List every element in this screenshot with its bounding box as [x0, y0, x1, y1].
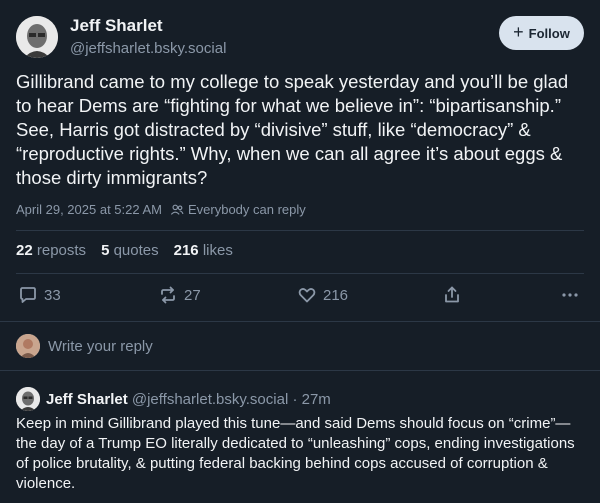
- reply-input[interactable]: Write your reply: [48, 338, 153, 355]
- divider: [0, 370, 600, 371]
- ellipsis-icon: [562, 293, 578, 297]
- divider: [0, 321, 600, 322]
- post-timestamp[interactable]: April 29, 2025 at 5:22 AM: [16, 202, 162, 217]
- follow-button[interactable]: + Follow: [499, 16, 584, 50]
- post-meta: April 29, 2025 at 5:22 AM Everybody can …: [16, 202, 306, 217]
- like-count: 216: [323, 286, 349, 304]
- more-options-button[interactable]: [560, 285, 580, 305]
- reposts-stat[interactable]: 22 reposts: [16, 242, 86, 259]
- post-stats: 22 reposts 5 quotes 216 likes: [16, 242, 233, 259]
- reply-permission: Everybody can reply: [170, 202, 306, 217]
- current-user-avatar: [16, 334, 40, 358]
- heart-icon: [298, 288, 316, 303]
- reply-permission-label: Everybody can reply: [187, 202, 306, 217]
- reply-age[interactable]: 27m: [302, 391, 331, 408]
- reply-author-avatar[interactable]: [16, 387, 40, 411]
- quotes-stat[interactable]: 5 quotes: [101, 242, 159, 259]
- divider: [16, 230, 584, 231]
- reply-author-name[interactable]: Jeff Sharlet: [46, 391, 128, 408]
- reply-count: 33: [44, 286, 61, 304]
- post-text: Gillibrand came to my college to speak y…: [16, 71, 569, 188]
- speech-bubble-icon: [20, 287, 36, 303]
- repost-count: 27: [184, 286, 201, 304]
- author-avatar[interactable]: [16, 16, 58, 58]
- repost-arrows-icon: [161, 286, 175, 304]
- share-button[interactable]: [442, 285, 462, 305]
- author-handle[interactable]: @jeffsharlet.bsky.social: [70, 40, 226, 57]
- people-icon: [170, 204, 184, 215]
- plus-icon: +: [513, 22, 524, 42]
- likes-stat[interactable]: 216 likes: [174, 242, 233, 259]
- separator: ·: [292, 391, 298, 408]
- divider: [16, 273, 584, 274]
- reply-header: Jeff Sharlet @jeffsharlet.bsky.social · …: [46, 391, 331, 408]
- share-icon: [445, 286, 459, 303]
- like-button[interactable]: 216: [297, 285, 348, 305]
- reply-text: Keep in mind Gillibrand played this tune…: [16, 415, 575, 492]
- reply-button[interactable]: 33: [18, 285, 61, 305]
- author-name[interactable]: Jeff Sharlet: [70, 16, 163, 36]
- repost-button[interactable]: 27: [158, 285, 201, 305]
- reply-author-handle[interactable]: @jeffsharlet.bsky.social: [132, 391, 288, 408]
- follow-label: Follow: [528, 25, 570, 41]
